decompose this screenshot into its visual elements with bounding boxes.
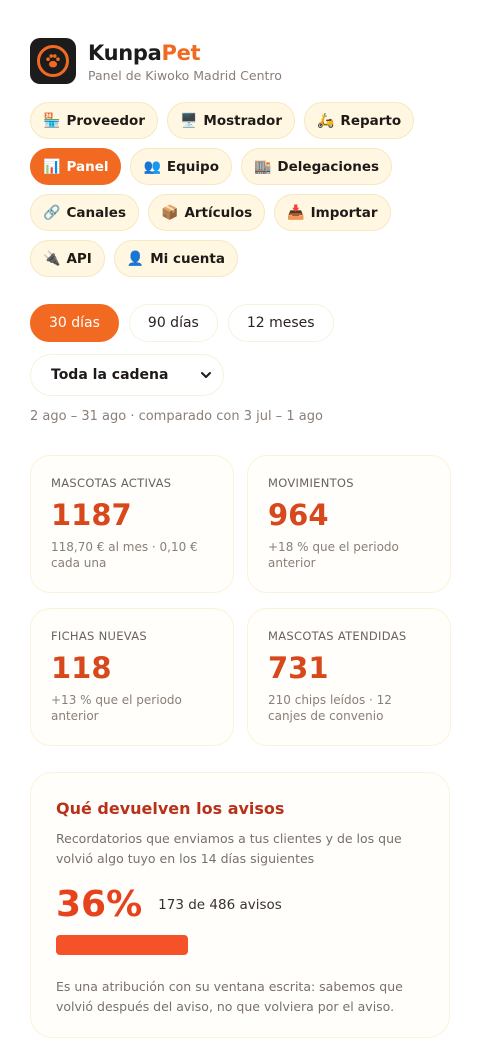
reminders-note: Es una atribución con su ventana escrita…	[56, 979, 403, 1014]
stat-card-mascotas-activas: MASCOTAS ACTIVAS 1187 118,70 € al mes · …	[30, 455, 234, 593]
nav-item-delegaciones[interactable]: 🏬 Delegaciones	[240, 148, 393, 185]
reminders-description: Recordatorios que enviamos a tus cliente…	[56, 831, 402, 866]
scope-select-value: Toda la cadena	[51, 367, 169, 383]
link-icon: 🔗	[43, 204, 61, 221]
nav-item-proveedor[interactable]: 🏪 Proveedor	[30, 102, 158, 139]
range-option-12-meses[interactable]: 12 meses	[227, 304, 334, 342]
brand-subtitle: Panel de Kiwoko Madrid Centro	[88, 67, 282, 83]
nav-item-label: Canales	[66, 204, 126, 221]
nav-item-label: Panel	[66, 158, 109, 175]
range-option-30-días[interactable]: 30 días	[30, 304, 119, 342]
scooter-icon: 🛵	[316, 112, 335, 129]
nav-item-label: Delegaciones	[277, 158, 380, 175]
stat-value: 964	[268, 498, 329, 532]
nav-item-mi-cuenta[interactable]: 👤 Mi cuenta	[113, 240, 238, 277]
app-header: KunpaPet Panel de Kiwoko Madrid Centro	[30, 38, 282, 84]
stat-value: 731	[268, 651, 329, 685]
stat-label: FICHAS NUEVAS	[51, 629, 147, 643]
stat-sub: +13 % que el periodo anterior	[51, 693, 182, 723]
nav-item-panel[interactable]: 📊 Panel	[30, 148, 122, 185]
date-range-text: 2 ago – 31 ago · comparado con 3 jul – 1…	[30, 409, 323, 424]
inbox-tray-icon: 📥	[287, 204, 305, 221]
brand-name: KunpaPet	[88, 40, 282, 66]
nav-item-label: API	[66, 250, 92, 267]
reminders-panel: Qué devuelven los avisos Recordatorios q…	[30, 772, 450, 1038]
reminders-percent: 36%	[56, 884, 143, 925]
stat-label: MASCOTAS ACTIVAS	[51, 476, 172, 490]
reminders-progress-fill	[56, 935, 188, 955]
nav-item-label: Importar	[310, 204, 378, 221]
reminders-count: 173 de 486 avisos	[158, 897, 282, 913]
chevron-down-icon	[201, 372, 211, 378]
stat-sub: 210 chips leídos · 12 canjes de convenio	[268, 693, 392, 723]
stat-label: MASCOTAS ATENDIDAS	[268, 629, 407, 643]
nav-item-reparto[interactable]: 🛵 Reparto	[303, 102, 415, 139]
brand-name-main: Kunpa	[88, 40, 162, 65]
nav-item-label: Equipo	[166, 158, 219, 175]
scope-select[interactable]: Toda la cadena	[30, 354, 224, 396]
monitor-icon: 🖥️	[179, 112, 198, 129]
nav-item-canales[interactable]: 🔗 Canales	[30, 194, 139, 231]
reminders-summary: 36% 173 de 486 avisos	[56, 883, 424, 927]
user-icon: 👤	[126, 250, 145, 267]
stat-card-mascotas-atendidas: MASCOTAS ATENDIDAS 731 210 chips leídos …	[247, 608, 451, 746]
stat-card-fichas-nuevas: FICHAS NUEVAS 118 +13 % que el periodo a…	[30, 608, 234, 746]
reminders-title: Qué devuelven los avisos	[56, 799, 285, 818]
nav-item-label: Mi cuenta	[150, 250, 225, 267]
nav-item-label: Reparto	[340, 112, 402, 129]
nav-item-importar[interactable]: 📥 Importar	[274, 194, 391, 231]
paw-icon	[37, 45, 69, 77]
reminders-progress-bar	[56, 935, 188, 955]
brand-block: KunpaPet Panel de Kiwoko Madrid Centro	[88, 40, 282, 83]
app-logo	[30, 38, 76, 84]
building-icon: 🏬	[253, 158, 272, 175]
stat-value: 1187	[51, 498, 132, 532]
nav-item-label: Mostrador	[203, 112, 282, 129]
stat-sub: 118,70 € al mes · 0,10 € cada una	[51, 540, 198, 570]
nav-item-artículos[interactable]: 📦 Artículos	[148, 194, 266, 231]
stat-label: MOVIMIENTOS	[268, 476, 354, 490]
bar-chart-icon: 📊	[43, 158, 61, 175]
main-nav: 🏪 Proveedor 🖥️ Mostrador 🛵 Reparto 📊 Panel 👥 Equi…	[30, 102, 430, 277]
range-option-90-días[interactable]: 90 días	[128, 304, 218, 342]
people-icon: 👥	[143, 158, 161, 175]
nav-item-equipo[interactable]: 👥 Equipo	[130, 148, 232, 185]
nav-item-api[interactable]: 🔌 API	[30, 240, 105, 277]
brand-name-accent: Pet	[161, 40, 201, 65]
stat-sub: +18 % que el periodo anterior	[268, 540, 399, 570]
nav-item-label: Artículos	[184, 204, 253, 221]
stat-card-movimientos: MOVIMIENTOS 964 +18 % que el periodo ant…	[247, 455, 451, 593]
plug-icon: 🔌	[43, 250, 61, 267]
nav-item-mostrador[interactable]: 🖥️ Mostrador	[166, 102, 295, 139]
range-selector: 30 días 90 días 12 meses	[30, 304, 334, 342]
store-icon: 🏪	[43, 112, 61, 129]
stat-value: 118	[51, 651, 112, 685]
nav-item-label: Proveedor	[66, 112, 145, 129]
package-icon: 📦	[161, 204, 179, 221]
